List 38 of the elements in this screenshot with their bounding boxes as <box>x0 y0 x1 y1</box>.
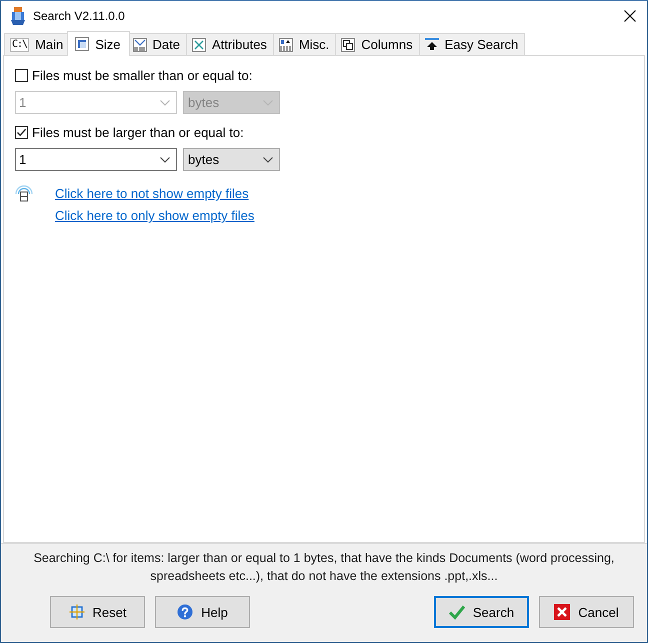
size-value-combobox[interactable]: 1 <box>15 148 177 171</box>
tab[interactable]: Easy Search <box>418 33 526 55</box>
bars-icon <box>278 38 293 52</box>
cancel-button[interactable]: Cancel <box>539 596 634 628</box>
tab[interactable]: Columns <box>335 33 420 55</box>
up-arrow-icon <box>424 38 439 52</box>
checkmark-icon <box>16 126 27 138</box>
search-summary: Searching C:\ for items: larger than or equal to 1 bytes, that have the kinds Documents (word processing, spreadsheets etc...), that do not have the extensions .ppt,.xls... <box>32 550 616 585</box>
help-button[interactable]: Help <box>155 596 250 628</box>
arrows-cross-icon <box>192 38 206 52</box>
window-title: Search V2.11.0.0 <box>33 9 125 23</box>
filter-link[interactable]: Click here to not show empty files <box>55 186 254 201</box>
close-icon <box>624 10 636 22</box>
tab[interactable]: Attributes <box>186 33 274 55</box>
drive-path-label: C:\ <box>10 38 30 52</box>
signal-rings-icon <box>15 184 33 202</box>
app-icon <box>10 7 26 25</box>
checkbox[interactable] <box>15 126 28 138</box>
overlapping-squares-icon <box>341 38 356 52</box>
help-icon <box>177 604 194 620</box>
close-icon <box>554 604 570 620</box>
close-button[interactable] <box>623 9 637 23</box>
checkbox-label[interactable]: Files must be larger than or equal to: <box>32 124 244 140</box>
tab[interactable]: Misc. <box>272 33 336 55</box>
search-button[interactable]: Search <box>434 596 529 628</box>
unit-dropdown[interactable]: bytes <box>183 148 280 171</box>
square-icon <box>75 37 90 51</box>
crosshair-square-icon <box>68 604 85 620</box>
filter-link[interactable]: Click here to only show empty files <box>55 208 254 223</box>
reset-button[interactable]: Reset <box>50 596 145 628</box>
checkbox[interactable] <box>15 68 28 82</box>
chevron-down-icon <box>160 156 170 162</box>
chevron-down-icon <box>160 100 170 106</box>
checkbox-label[interactable]: Files must be smaller than or equal to: <box>32 68 252 82</box>
tab[interactable]: Size <box>67 31 130 56</box>
checkmark-icon <box>448 604 465 620</box>
chevron-down-icon <box>263 156 273 162</box>
calendar-icon <box>132 38 147 52</box>
